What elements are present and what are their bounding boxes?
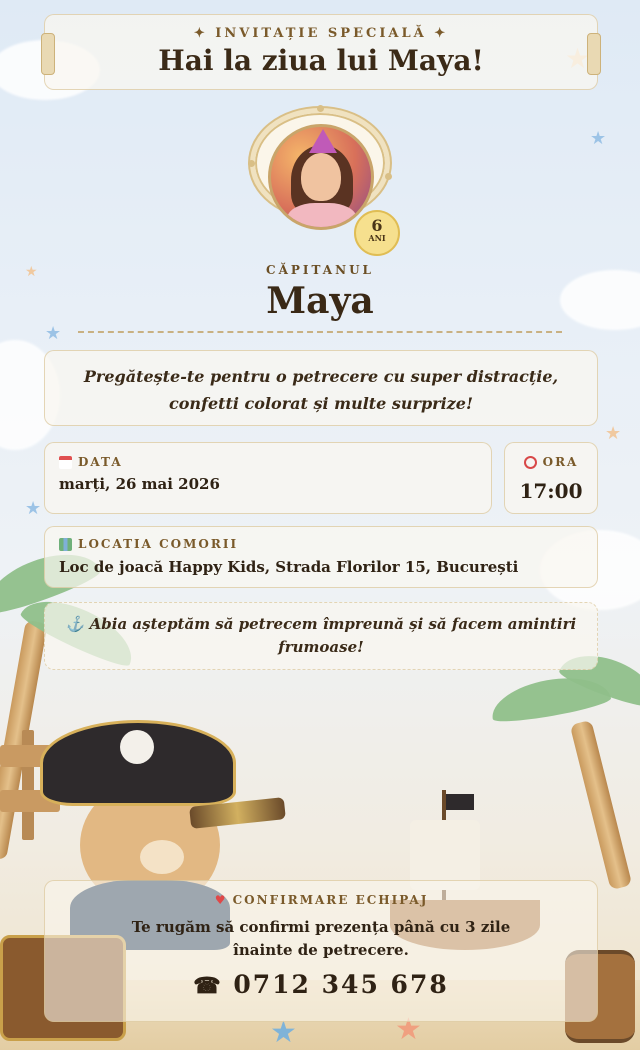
- map-icon: [59, 537, 72, 551]
- captain-label: CĂPITANUL: [266, 263, 374, 277]
- invitation-title: Hai la ziua lui Maya!: [158, 44, 484, 77]
- frame-dot: [248, 160, 255, 167]
- age-badge: 6 ANI: [354, 210, 400, 256]
- rsvp-label: CONFIRMARE ECHIPAJ: [232, 893, 429, 907]
- time-card: ORA 17:00: [504, 442, 598, 514]
- star-icon: ★: [605, 423, 622, 444]
- child-name: Maya: [266, 280, 374, 322]
- date-value: marți, 26 mai 2026: [59, 475, 220, 493]
- starfish-icon: ★: [270, 1015, 297, 1050]
- rsvp-text: Te rugăm să confirmi prezența până cu 3 …: [131, 918, 511, 959]
- scroll-roll-left: [41, 33, 55, 75]
- note-text: ⚓ Abia așteptăm să petrecem împreună și …: [65, 615, 577, 656]
- palm-tree-trunk: [569, 719, 633, 891]
- star-icon: ★: [25, 498, 42, 519]
- time-label: ORA: [542, 455, 579, 469]
- divider: [78, 331, 562, 333]
- frame-dot: [317, 105, 324, 112]
- intro-card: Pregătește-te pentru o petrecere cu supe…: [44, 350, 598, 426]
- phone-icon: ☎: [193, 973, 223, 999]
- location-card: LOCATIA COMORII Loc de joacă Happy Kids,…: [44, 526, 598, 588]
- location-label: LOCATIA COMORII: [78, 537, 239, 551]
- star-icon: ★: [590, 128, 607, 149]
- phone-number: 0712 345 678: [233, 970, 449, 999]
- calendar-icon: [59, 455, 72, 469]
- scroll-roll-right: [587, 33, 601, 75]
- time-value: 17:00: [519, 479, 583, 503]
- alarm-clock-icon: [523, 455, 537, 469]
- star-icon: ★: [45, 323, 62, 344]
- note-card: ⚓ Abia așteptăm să petrecem împreună și …: [44, 602, 598, 670]
- skull-icon: [120, 730, 154, 764]
- heart-icon: ♥: [214, 892, 226, 907]
- avatar-photo: [268, 124, 374, 230]
- invitation-kicker: ✦ INVITAȚIE SPECIALĂ ✦: [193, 26, 449, 41]
- date-label: DATA: [78, 455, 123, 469]
- frame-dot: [385, 173, 392, 180]
- date-card: DATA marți, 26 mai 2026: [44, 442, 492, 514]
- intro-text: Pregătește-te pentru o petrecere cu supe…: [83, 367, 559, 413]
- header-banner: ✦ INVITAȚIE SPECIALĂ ✦ Hai la ziua lui M…: [41, 14, 601, 90]
- location-value: Loc de joacă Happy Kids, Strada Florilor…: [59, 558, 519, 576]
- phone-number-link[interactable]: ☎ 0712 345 678: [45, 970, 597, 999]
- rsvp-card: ♥ CONFIRMARE ECHIPAJ Te rugăm să confirm…: [44, 880, 598, 1022]
- age-unit: ANI: [368, 233, 386, 243]
